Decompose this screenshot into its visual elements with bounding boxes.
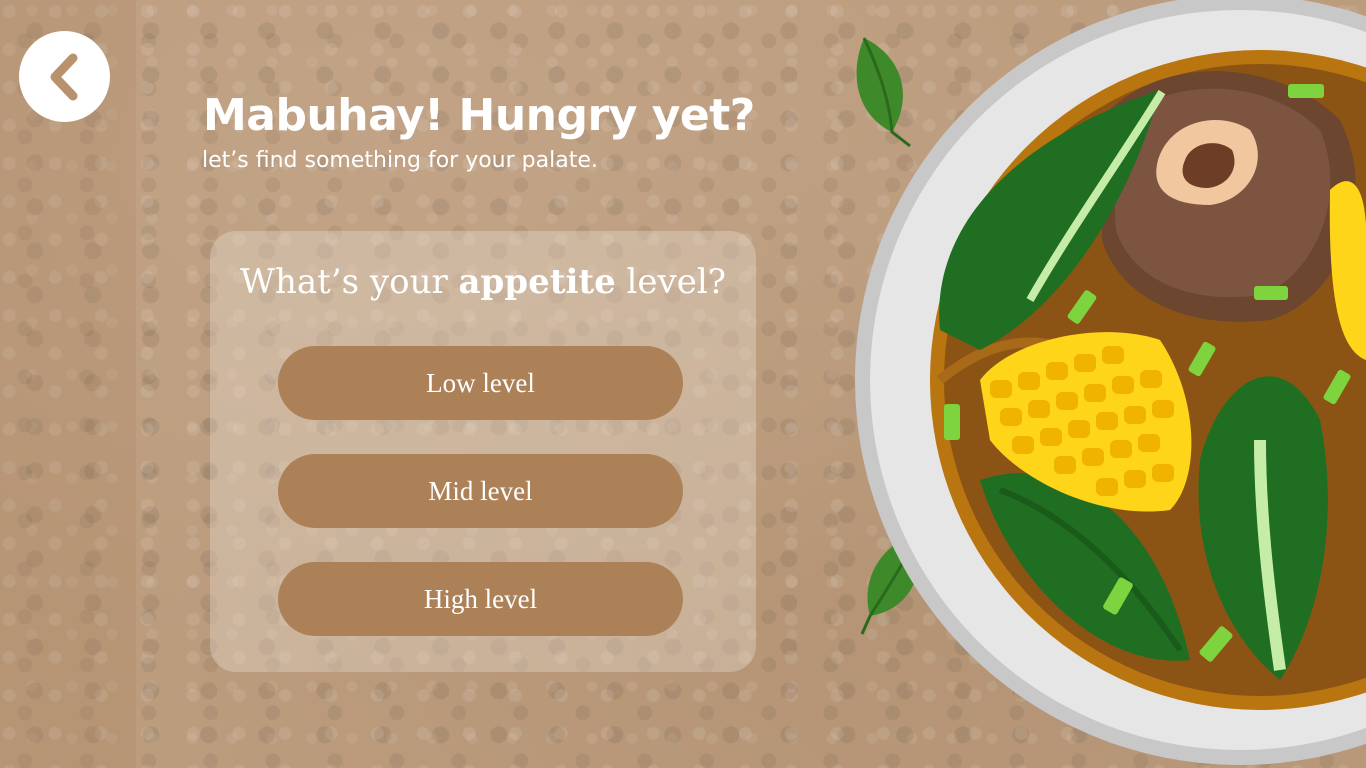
page-subtitle: let’s find something for your palate. <box>202 148 598 173</box>
high-level-button[interactable]: High level <box>278 562 683 636</box>
back-button[interactable] <box>19 31 110 122</box>
question-start: What’s your <box>240 262 459 302</box>
question-end: level? <box>615 262 726 302</box>
soup-bowl-illustration <box>855 0 1366 765</box>
question-emphasis: appetite <box>458 262 616 302</box>
low-level-button[interactable]: Low level <box>278 346 683 420</box>
mid-level-button[interactable]: Mid level <box>278 454 683 528</box>
chevron-left-icon <box>50 53 77 100</box>
page-title: Mabuhay! Hungry yet? <box>203 90 755 141</box>
question-text: What’s your appetite level? <box>210 262 756 302</box>
